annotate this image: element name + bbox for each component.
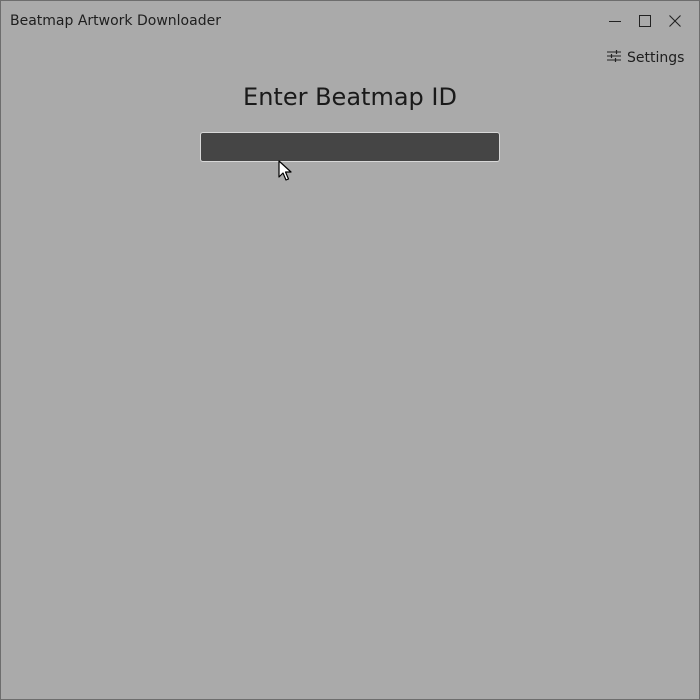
app-title: Beatmap Artwork Downloader	[10, 13, 221, 29]
beatmap-id-input[interactable]	[200, 132, 500, 162]
close-button[interactable]	[661, 9, 689, 33]
mouse-cursor-icon	[278, 160, 292, 182]
title-bar[interactable]: Beatmap Artwork Downloader	[1, 1, 699, 41]
minimize-icon	[609, 15, 621, 27]
minimize-button[interactable]	[601, 9, 629, 33]
maximize-button[interactable]	[631, 9, 659, 33]
settings-button[interactable]: Settings	[607, 47, 684, 69]
maximize-icon	[639, 15, 651, 27]
sliders-icon	[607, 49, 621, 67]
settings-label: Settings	[627, 50, 685, 66]
page-heading: Enter Beatmap ID	[243, 83, 457, 111]
app-window: Beatmap Artwork Downloader Settings Ente…	[0, 0, 700, 700]
close-icon	[669, 15, 681, 27]
